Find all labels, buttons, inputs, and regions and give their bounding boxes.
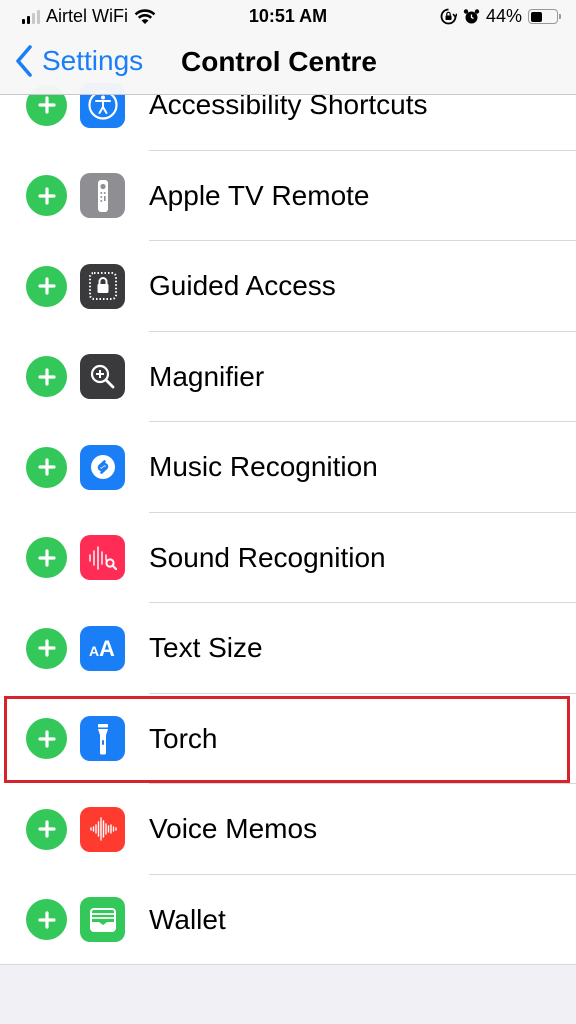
more-controls-list: Accessibility Shortcuts Apple TV Remote … — [0, 60, 576, 965]
tv-remote-icon — [80, 173, 125, 219]
add-button[interactable] — [26, 718, 67, 760]
add-button[interactable] — [26, 899, 67, 941]
text-size-icon: AA — [80, 625, 125, 671]
status-bar: Airtel WiFi 10:51 AM 44% — [0, 0, 576, 34]
shazam-icon — [80, 444, 125, 490]
add-button[interactable] — [26, 808, 67, 850]
torch-icon — [80, 716, 125, 762]
plus-icon — [37, 277, 56, 295]
navigation-bar: Settings Control Centre — [0, 34, 576, 95]
svg-text:A: A — [99, 636, 115, 661]
add-button[interactable] — [26, 356, 67, 398]
chevron-left-icon — [16, 45, 32, 77]
plus-icon — [37, 549, 56, 567]
back-button[interactable]: Settings — [14, 44, 143, 78]
svg-text:A: A — [89, 643, 99, 659]
sound-recognition-icon — [80, 535, 125, 581]
magnifier-icon — [80, 354, 125, 400]
list-item: Wallet — [0, 875, 576, 965]
list-item: Sound Recognition — [0, 513, 576, 603]
item-label: Torch — [149, 722, 218, 754]
item-label: Voice Memos — [149, 813, 318, 845]
plus-icon — [37, 730, 56, 748]
plus-icon — [37, 96, 56, 114]
page-title: Control Centre — [181, 46, 377, 77]
wallet-icon — [80, 897, 125, 943]
orientation-lock-icon — [440, 8, 457, 25]
list-item: Voice Memos — [0, 784, 576, 875]
item-label: Apple TV Remote — [149, 179, 370, 211]
item-label: Music Recognition — [149, 451, 378, 483]
list-item: Music Recognition — [0, 422, 576, 513]
plus-icon — [37, 911, 56, 929]
item-label: Guided Access — [149, 270, 336, 302]
alarm-icon — [463, 9, 480, 24]
add-button[interactable] — [26, 446, 67, 488]
list-item: Guided Access — [0, 241, 576, 332]
guided-access-lock-icon — [80, 263, 125, 309]
plus-icon — [37, 368, 56, 386]
item-label: Magnifier — [149, 360, 265, 392]
list-item: Magnifier — [0, 332, 576, 422]
back-label: Settings — [42, 45, 144, 76]
plus-icon — [37, 187, 56, 205]
voice-memos-icon — [80, 806, 125, 852]
plus-icon — [37, 639, 56, 657]
plus-icon — [37, 458, 56, 476]
add-button[interactable] — [26, 265, 67, 307]
list-item: AA Text Size — [0, 603, 576, 694]
list-item: Apple TV Remote — [0, 151, 576, 241]
item-label: Sound Recognition — [149, 541, 386, 573]
battery-icon — [528, 9, 561, 24]
add-button[interactable] — [26, 537, 67, 579]
plus-icon — [37, 820, 56, 838]
battery-percent: 44% — [485, 6, 522, 26]
divider — [0, 964, 576, 965]
add-button[interactable] — [26, 627, 67, 669]
list-item-torch: Torch — [0, 694, 576, 784]
item-label: Wallet — [149, 903, 226, 935]
add-button[interactable] — [26, 175, 67, 217]
item-label: Text Size — [149, 632, 263, 664]
